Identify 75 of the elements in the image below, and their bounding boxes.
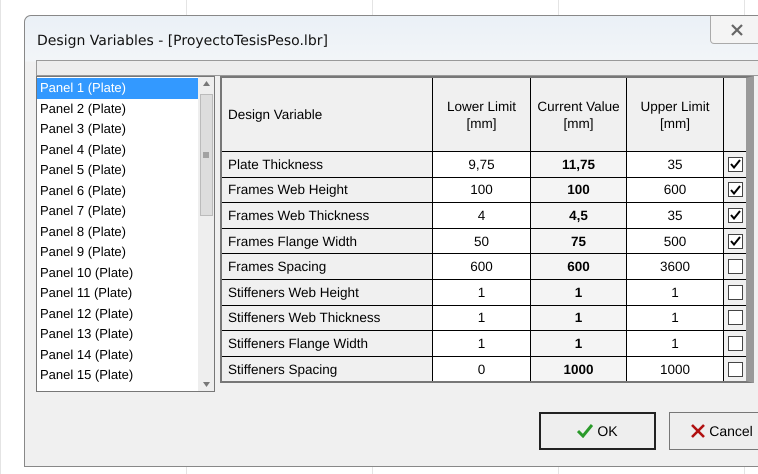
table-cell: 600 bbox=[627, 178, 723, 202]
table-cell: Plate Thickness bbox=[222, 152, 432, 177]
checkbox[interactable] bbox=[728, 362, 742, 377]
cross-icon bbox=[691, 424, 706, 438]
table-cell: 1 bbox=[627, 280, 723, 305]
table-cell: 1 bbox=[627, 331, 723, 356]
column-header: Design Variable bbox=[222, 78, 432, 151]
panel-list-item[interactable]: Panel 14 (Plate) bbox=[37, 344, 198, 365]
checkbox[interactable] bbox=[728, 208, 742, 223]
scroll-up-icon[interactable] bbox=[202, 81, 210, 86]
table-cell: 1000 bbox=[531, 356, 626, 382]
table-cell: 1 bbox=[531, 280, 626, 305]
panel-list-item[interactable]: Panel 13 (Plate) bbox=[37, 324, 198, 344]
table-cell: Stiffeners Flange Width bbox=[222, 331, 432, 356]
table-cell: 75 bbox=[531, 228, 626, 254]
ok-button[interactable]: OK bbox=[539, 412, 656, 450]
window-title: Design Variables - [ProyectoTesisPeso.lbr] bbox=[37, 33, 328, 49]
table-cell: 1 bbox=[433, 280, 530, 305]
table-cell: 1 bbox=[627, 306, 723, 330]
table-cell: 4 bbox=[433, 203, 530, 228]
panel-list-item[interactable]: Panel 8 (Plate) bbox=[37, 222, 198, 242]
table-cell: 3600 bbox=[627, 254, 723, 279]
table-cell: 100 bbox=[433, 178, 530, 202]
panel-list-item[interactable]: Panel 2 (Plate) bbox=[37, 98, 198, 119]
column-header: Current Value [mm] bbox=[531, 78, 626, 151]
panel-list-item[interactable]: Panel 15 (Plate) bbox=[37, 365, 198, 386]
checkbox[interactable] bbox=[728, 234, 742, 249]
scrollbar[interactable] bbox=[198, 77, 214, 391]
panel-list-item[interactable]: Panel 11 (Plate) bbox=[37, 283, 198, 304]
table-cell: 9,75 bbox=[433, 152, 530, 177]
table-cell: 11,75 bbox=[531, 152, 626, 177]
panel-list-item[interactable]: Panel 7 (Plate) bbox=[37, 201, 198, 222]
panel-list-item[interactable]: Panel 3 (Plate) bbox=[37, 119, 198, 140]
table-cell: 1000 bbox=[627, 356, 723, 382]
checkbox[interactable] bbox=[728, 336, 742, 351]
table-cell: 1 bbox=[433, 306, 530, 330]
column-header: Upper Limit [mm] bbox=[627, 78, 723, 151]
table-cell: Stiffeners Spacing bbox=[222, 356, 432, 382]
table-cell: 50 bbox=[433, 228, 530, 254]
table-cell: 35 bbox=[627, 203, 723, 228]
check-icon bbox=[577, 424, 594, 438]
table-cell: 100 bbox=[531, 178, 626, 202]
panel-list-item[interactable]: Panel 10 (Plate) bbox=[37, 262, 198, 283]
table-cell: 600 bbox=[531, 254, 626, 279]
table-cell: Frames Web Height bbox=[222, 178, 432, 202]
table-cell: 0 bbox=[433, 356, 530, 382]
close-icon bbox=[730, 24, 744, 36]
table-cell: 1 bbox=[531, 306, 626, 330]
checkbox[interactable] bbox=[728, 259, 742, 274]
column-header: Lower Limit [mm] bbox=[433, 78, 530, 151]
table-cell: Frames Spacing bbox=[222, 254, 432, 279]
scroll-down-icon[interactable] bbox=[202, 382, 210, 387]
checkbox[interactable] bbox=[728, 310, 742, 326]
table-cell: Frames Flange Width bbox=[222, 228, 432, 254]
table-cell: Stiffeners Web Thickness bbox=[222, 306, 432, 330]
scroll-thumb[interactable] bbox=[200, 94, 212, 216]
table-cell: Stiffeners Web Height bbox=[222, 280, 432, 305]
panel-list-item[interactable]: Panel 9 (Plate) bbox=[37, 242, 198, 262]
table-cell: 1 bbox=[531, 331, 626, 356]
checkbox[interactable] bbox=[728, 182, 742, 198]
panel-list-item[interactable]: Panel 5 (Plate) bbox=[37, 160, 198, 180]
table-cell: 35 bbox=[627, 152, 723, 177]
cancel-button[interactable]: Cancel bbox=[669, 412, 758, 450]
table-cell: Frames Web Thickness bbox=[222, 203, 432, 228]
checkbox[interactable] bbox=[728, 284, 742, 300]
checkbox[interactable] bbox=[728, 156, 742, 172]
close-button[interactable] bbox=[710, 16, 758, 44]
table-cell: 1 bbox=[433, 331, 530, 356]
panel-list-item[interactable]: Panel 12 (Plate) bbox=[37, 304, 198, 324]
panel-list-item[interactable]: Panel 6 (Plate) bbox=[37, 180, 198, 201]
table-cell: 4,5 bbox=[531, 203, 626, 228]
table-cell: 500 bbox=[627, 228, 723, 254]
panel-list-item[interactable]: Panel 4 (Plate) bbox=[37, 140, 198, 160]
grip-icon bbox=[203, 152, 209, 158]
table-cell: 600 bbox=[433, 254, 530, 279]
